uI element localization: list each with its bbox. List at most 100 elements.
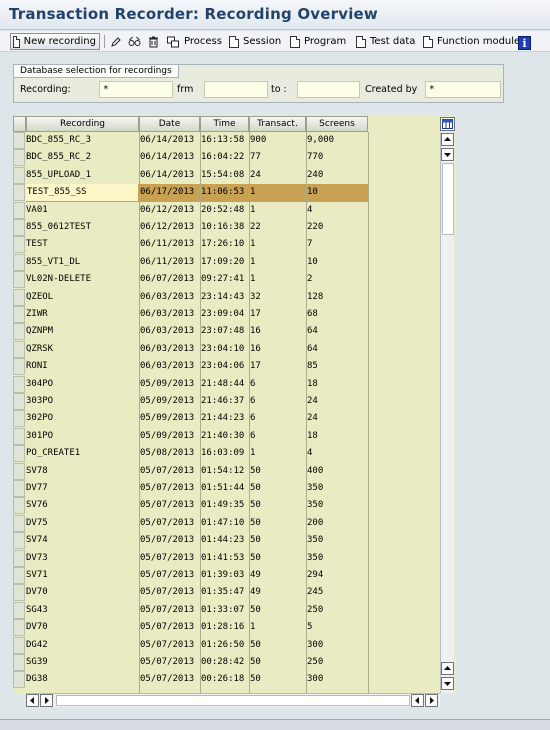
table-cell: 10 — [307, 256, 318, 267]
scroll-down-button[interactable] — [441, 677, 454, 690]
from-label: frm — [177, 84, 194, 95]
table-cell: BDC_855_RC_2 — [26, 152, 92, 163]
row-selector[interactable] — [13, 236, 25, 254]
recording-input[interactable]: * — [99, 81, 173, 98]
row-selector[interactable] — [13, 375, 25, 393]
row-selector[interactable] — [13, 619, 25, 637]
row-selector[interactable] — [13, 393, 25, 410]
edit-button[interactable] — [110, 33, 125, 50]
table-cell: 23:14:43 — [201, 291, 245, 302]
info-button[interactable]: i — [518, 34, 531, 51]
table-cell: 05/09/2013 — [140, 396, 195, 406]
scroll-right-button[interactable] — [425, 694, 438, 707]
application-toolbar: New recording Process Session Program Te… — [0, 31, 550, 52]
column-header[interactable]: Recording — [26, 116, 139, 132]
arrow-left-icon — [415, 697, 419, 704]
table-cell: QZNPM — [26, 326, 54, 337]
process-button[interactable]: Process — [166, 33, 222, 50]
row-selector[interactable] — [13, 219, 25, 236]
title-bar: Transaction Recorder: Recording Overview — [0, 0, 550, 30]
test-data-button[interactable]: Test data — [356, 33, 415, 50]
horizontal-scrollbar[interactable] — [26, 693, 440, 707]
table-cell: 350 — [307, 483, 324, 493]
table-cell: 17 — [250, 361, 261, 372]
vertical-scrollbar[interactable] — [440, 132, 454, 693]
column-header[interactable]: Date — [139, 116, 200, 132]
to-date-input[interactable] — [297, 81, 360, 98]
table-cell: DV73 — [26, 552, 48, 563]
page-left-button[interactable] — [411, 694, 424, 707]
table-cell: DV70 — [26, 587, 48, 598]
row-selector[interactable] — [13, 166, 25, 184]
column-header[interactable]: Screens — [306, 116, 368, 132]
row-selector[interactable] — [13, 410, 25, 428]
row-selector[interactable] — [13, 480, 25, 497]
row-selector[interactable] — [13, 253, 25, 271]
row-selector[interactable] — [13, 149, 25, 167]
new-recording-button[interactable]: New recording — [10, 33, 100, 50]
row-selector[interactable] — [13, 288, 25, 306]
row-selector[interactable] — [13, 567, 25, 584]
row-selector[interactable] — [13, 132, 25, 149]
row-selector[interactable] — [13, 636, 25, 654]
row-selector[interactable] — [13, 271, 25, 289]
column-header[interactable]: Time — [200, 116, 249, 132]
page-up-button[interactable] — [441, 662, 454, 675]
session-label: Session — [243, 36, 282, 47]
layout-settings-button[interactable] — [440, 117, 455, 131]
table-cell: 1 — [250, 204, 256, 215]
table-cell: 06/03/2013 — [140, 343, 195, 354]
table-cell: 05/09/2013 — [140, 413, 195, 424]
delete-button[interactable] — [148, 33, 163, 50]
row-selector[interactable] — [13, 671, 25, 689]
table-cell: SV76 — [26, 500, 48, 511]
table-cell: 1 — [250, 448, 256, 459]
table-cell: 294 — [307, 570, 324, 580]
page-down-button[interactable] — [441, 148, 454, 161]
select-all-corner[interactable] — [13, 116, 26, 132]
row-selector[interactable] — [13, 340, 25, 358]
row-selector[interactable] — [13, 184, 25, 202]
row-selector[interactable] — [13, 654, 25, 671]
row-selector[interactable] — [13, 584, 25, 602]
row-selector[interactable] — [13, 427, 25, 445]
horizontal-scroll-thumb[interactable] — [56, 695, 410, 706]
column-header[interactable]: Transact. — [249, 116, 306, 132]
created-by-label: Created by — [365, 84, 418, 95]
row-selector[interactable] — [13, 514, 25, 532]
column-divider — [249, 132, 250, 693]
row-selector[interactable] — [13, 201, 25, 219]
table-cell: DV75 — [26, 517, 48, 528]
row-selector[interactable] — [13, 549, 25, 567]
table-cell: TEST — [26, 239, 48, 250]
table-cell: 22 — [250, 222, 261, 232]
display-button[interactable] — [128, 33, 145, 50]
scroll-left-button[interactable] — [26, 694, 39, 707]
row-selector[interactable] — [13, 306, 25, 323]
pencil-icon — [111, 36, 121, 47]
table-cell: 21:40:30 — [201, 430, 245, 441]
row-selector[interactable] — [13, 358, 25, 376]
table-cell: 05/07/2013 — [140, 674, 195, 685]
scroll-thumb[interactable] — [442, 163, 454, 235]
table-cell: 16:04:22 — [201, 152, 245, 163]
row-selector[interactable] — [13, 601, 25, 619]
arrow-right-icon — [45, 697, 49, 704]
row-selector[interactable] — [13, 497, 25, 515]
table-cell: 05/07/2013 — [140, 500, 195, 511]
table-cell: 01:47:10 — [201, 517, 245, 528]
table-cell: 01:26:50 — [201, 639, 245, 650]
row-selector[interactable] — [13, 532, 25, 550]
created-by-input[interactable]: * — [425, 81, 501, 98]
from-date-input[interactable] — [204, 81, 268, 98]
function-module-button[interactable]: Function module — [423, 33, 520, 50]
row-selector[interactable] — [13, 462, 25, 480]
table-cell: 1 — [250, 187, 256, 198]
scroll-up-button[interactable] — [441, 133, 454, 146]
row-selector[interactable] — [13, 323, 25, 341]
program-button[interactable]: Program — [290, 33, 346, 50]
session-button[interactable]: Session — [229, 33, 281, 50]
table-cell: SV78 — [26, 465, 48, 476]
row-selector[interactable] — [13, 445, 25, 463]
page-right-button[interactable] — [40, 694, 53, 707]
